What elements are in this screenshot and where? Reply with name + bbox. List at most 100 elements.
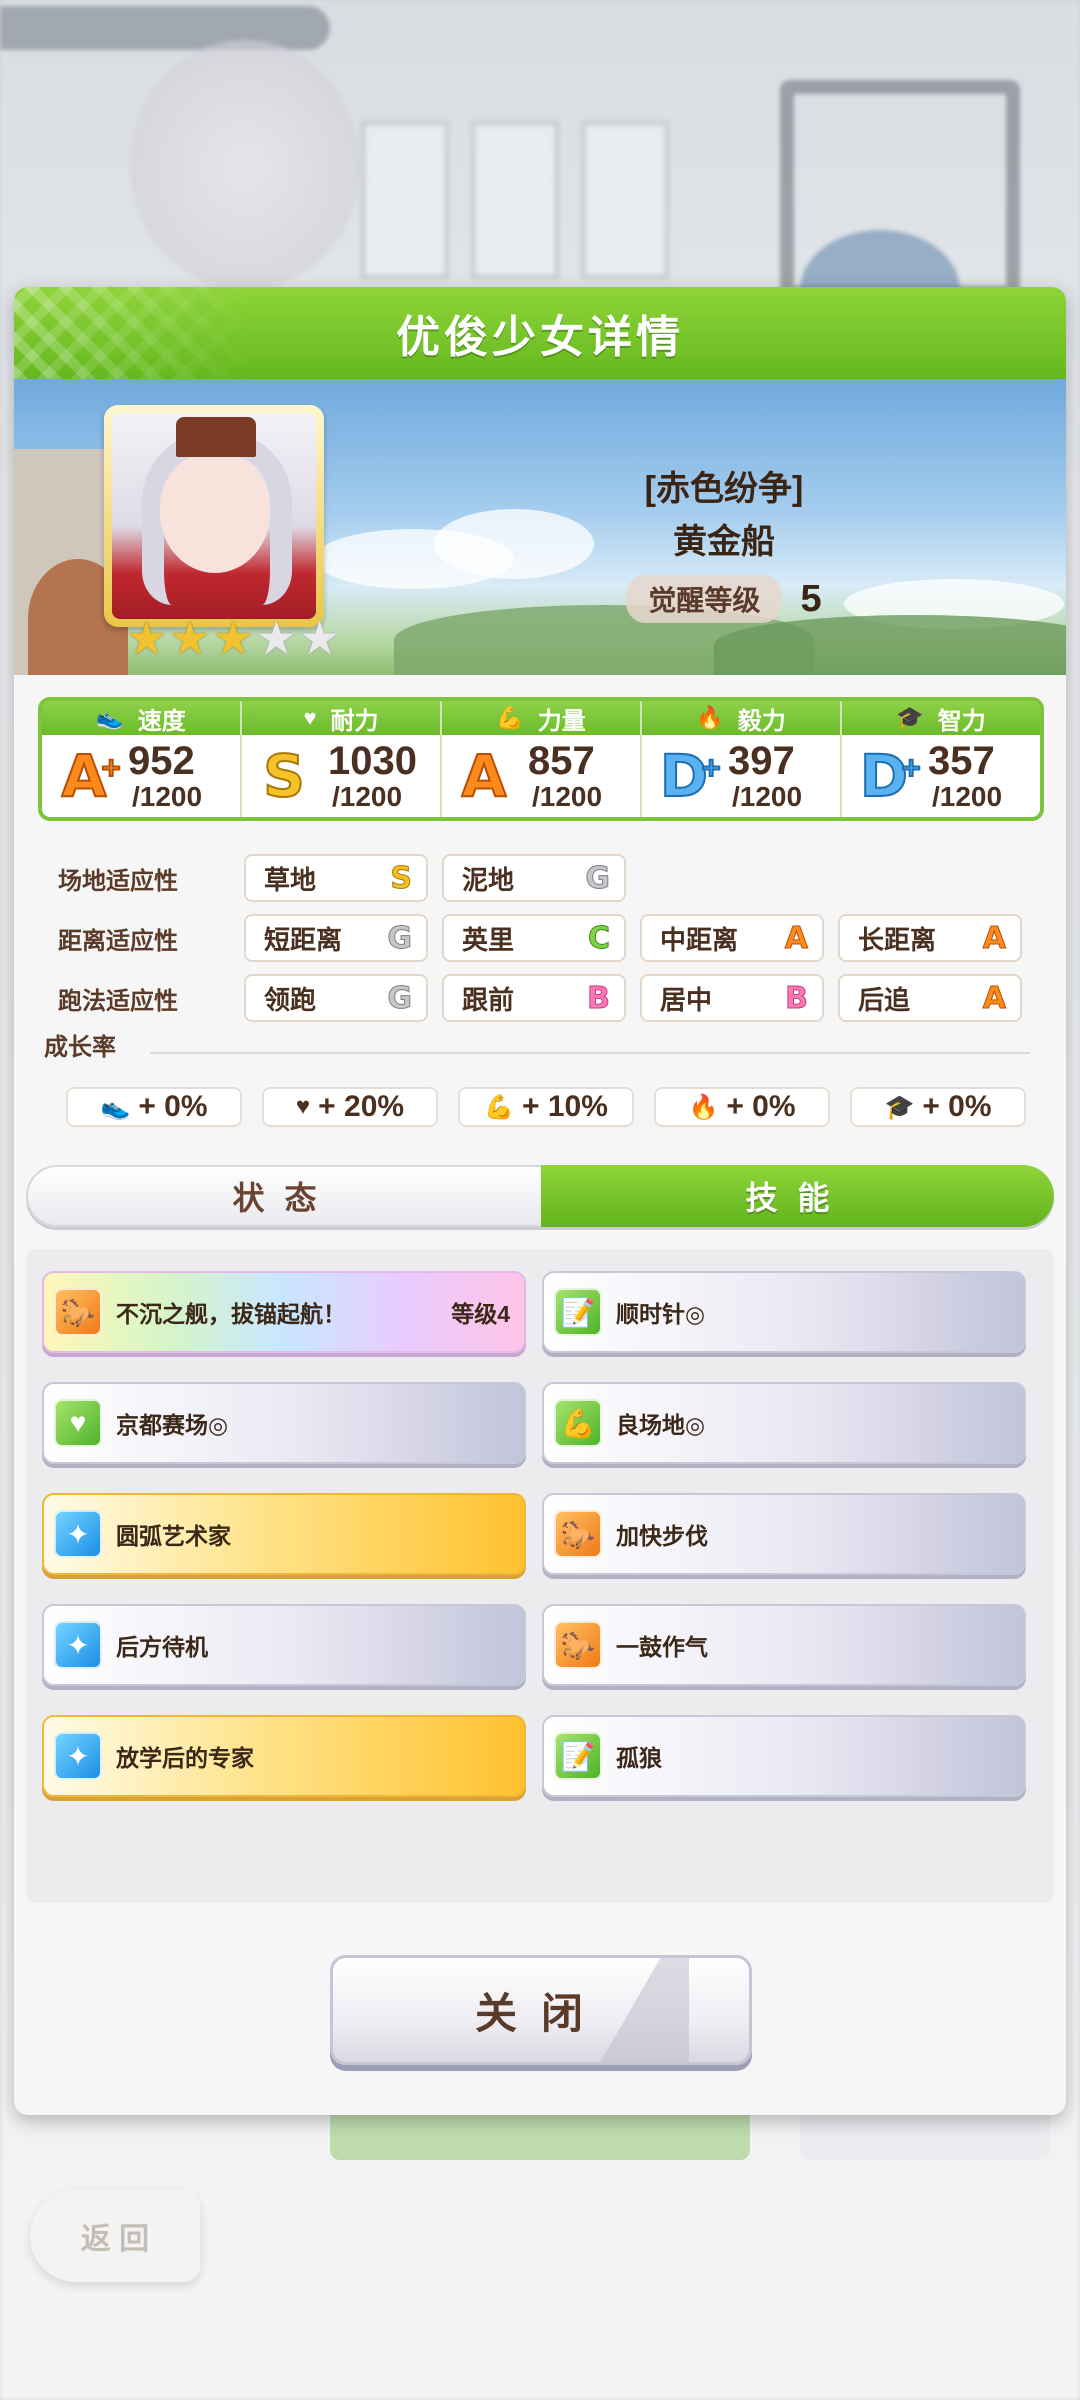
grade-plus: + <box>899 752 923 784</box>
stat-body: D +397/1200 <box>642 735 840 817</box>
blurred-character <box>130 40 360 290</box>
dialog-title: 优俊少女详情 <box>396 313 684 362</box>
stat-label: 速度 <box>137 707 186 735</box>
stat-label: 耐力 <box>330 707 379 735</box>
style-aptitude-row: 跑法适应性 领跑 G 跟前 B 居中 B 后追 A <box>44 973 1044 1023</box>
back-button[interactable]: 返 回 <box>30 2190 200 2282</box>
aptitude-name: 泥地 <box>462 864 515 895</box>
muscle-icon: 💪 <box>554 1399 602 1447</box>
aptitude-distance-3: 长距离 A <box>838 914 1022 962</box>
stat-value: 857 <box>528 739 595 783</box>
stat-header: 👟 速度 <box>42 701 240 735</box>
close-button[interactable]: 关闭 <box>330 1955 752 2065</box>
stat-1: ♥ 耐力 S 1030/1200 <box>242 701 442 817</box>
character-portrait[interactable] <box>104 405 324 627</box>
horse-detail-dialog: 优俊少女详情 ★ ★ ★ ★ ★ [赤色纷争] 黄金船 觉醒等级 5 👟 速度 A +952/… <box>14 287 1066 2115</box>
stat-grade: S <box>256 742 312 810</box>
sparkle-icon: ✦ <box>54 1510 102 1558</box>
growth-value: + 10% <box>521 1090 608 1123</box>
stat-value: 952 <box>128 739 195 783</box>
skill-item[interactable]: ✦ 后方待机 <box>42 1604 526 1686</box>
skill-name: 一鼓作气 <box>616 1634 708 1660</box>
grade-plus: + <box>99 752 123 784</box>
tab-status[interactable]: 状态 <box>26 1165 541 1227</box>
running-horse-icon: 🐎 <box>554 1510 602 1558</box>
stat-max: /1200 <box>932 781 1003 812</box>
stat-value: 357 <box>928 739 995 783</box>
stat-grade: A <box>456 742 512 810</box>
skill-name: 加快步伐 <box>616 1523 708 1549</box>
sparkle-icon: ✦ <box>54 1732 102 1780</box>
distance-aptitude-row: 距离适应性 短距离 G 英里 C 中距离 A 长距离 A <box>44 913 1044 963</box>
skill-item[interactable]: 🐎 一鼓作气 <box>542 1604 1026 1686</box>
skill-item[interactable]: ✦ 放学后的专家 <box>42 1715 526 1797</box>
aptitude-grade: B <box>587 980 611 1016</box>
shoe-icon: 👟 <box>100 1093 131 1121</box>
stats-panel: 👟 速度 A +952/1200 ♥ 耐力 S 1030/1200 💪 力量 A 857/1200 🔥 毅… <box>38 697 1044 821</box>
aptitude-distance-2: 中距离 A <box>640 914 824 962</box>
stat-max: /1200 <box>332 781 403 812</box>
muscle-icon: 💪 <box>484 1093 514 1121</box>
running-horse-icon: 🐎 <box>554 1621 602 1669</box>
aptitude-style-1: 跟前 B <box>442 974 626 1022</box>
star-icon: ★ <box>255 612 297 664</box>
skill-name: 京都赛场◎ <box>116 1412 229 1438</box>
aptitude-style-0: 领跑 G <box>244 974 428 1022</box>
stat-grade: D + <box>856 744 923 808</box>
heart-icon: ♥ <box>54 1399 102 1447</box>
hero-banner: ★ ★ ★ ★ ★ [赤色纷争] 黄金船 觉醒等级 5 <box>14 379 1066 675</box>
stat-body: A +952/1200 <box>42 735 240 817</box>
stat-header: ♥ 耐力 <box>242 701 440 735</box>
flame-icon: 🔥 <box>688 1093 719 1121</box>
growth-item: ♥ + 20% <box>262 1087 438 1127</box>
notes-icon: 📝 <box>554 1288 602 1336</box>
skill-item[interactable]: 🐎 加快步伐 <box>542 1493 1026 1575</box>
horse-name: 黄金船 <box>673 523 775 561</box>
skill-item[interactable]: ✦ 圆弧艺术家 <box>42 1493 526 1575</box>
style-aptitude-label: 跑法适应性 <box>58 987 178 1015</box>
stat-header: 🎓 智力 <box>842 701 1040 735</box>
stat-label: 力量 <box>537 707 586 735</box>
stat-0: 👟 速度 A +952/1200 <box>42 701 242 817</box>
running-horse-icon: 🐎 <box>54 1288 102 1336</box>
skill-level: 等级4 <box>451 1301 510 1327</box>
star-icon: ★ <box>126 612 168 664</box>
stat-value: 397 <box>728 739 795 783</box>
stat-max: /1200 <box>532 781 603 812</box>
aptitude-track-1: 泥地 G <box>442 854 626 902</box>
distance-aptitude-label: 距离适应性 <box>58 927 178 955</box>
aptitude-style-2: 居中 B <box>640 974 824 1022</box>
sparkle-icon: ✦ <box>54 1621 102 1669</box>
aptitude-distance-1: 英里 C <box>442 914 626 962</box>
growth-value: + 0% <box>726 1090 796 1123</box>
blurred-top-bar <box>0 6 330 50</box>
skill-item[interactable]: ♥ 京都赛场◎ <box>42 1382 526 1464</box>
rarity-stars: ★ ★ ★ ★ ★ <box>126 615 340 661</box>
graduation-cap-icon: 🎓 <box>896 705 924 730</box>
tab-skill[interactable]: 技能 <box>541 1165 1054 1227</box>
stat-body: D +357/1200 <box>842 735 1040 817</box>
aptitude-grade: S <box>390 860 413 896</box>
aptitude-grade: A <box>982 920 1006 956</box>
aptitude-name: 草地 <box>264 864 317 895</box>
grade-letter: S <box>262 742 306 810</box>
growth-rate-row: 👟 + 0% ♥ + 20% 💪 + 10% 🔥 + 0% 🎓 + 0% <box>66 1087 1026 1127</box>
aptitude-grade: B <box>785 980 809 1016</box>
dialog-header: 优俊少女详情 <box>14 287 1066 379</box>
window <box>580 120 670 280</box>
track-aptitude-row: 场地适应性 草地 S 泥地 G <box>44 853 1044 903</box>
skill-item[interactable]: 📝 孤狼 <box>542 1715 1026 1797</box>
notes-icon: 📝 <box>554 1732 602 1780</box>
stat-value: 1030 <box>328 739 417 783</box>
awakening-value: 5 <box>800 577 822 620</box>
aptitude-name: 长距离 <box>858 924 937 955</box>
growth-item: 💪 + 10% <box>458 1087 634 1127</box>
skill-item[interactable]: 🐎 不沉之舰，拔锚起航！ 等级4 <box>42 1271 526 1353</box>
skill-item[interactable]: 💪 良场地◎ <box>542 1382 1026 1464</box>
growth-item: 🔥 + 0% <box>654 1087 830 1127</box>
star-icon: ★ <box>212 612 254 664</box>
skill-item[interactable]: 📝 顺时针◎ <box>542 1271 1026 1353</box>
growth-item: 🎓 + 0% <box>850 1087 1026 1127</box>
flame-icon: 🔥 <box>696 705 724 730</box>
grade-letter: A <box>461 742 508 810</box>
